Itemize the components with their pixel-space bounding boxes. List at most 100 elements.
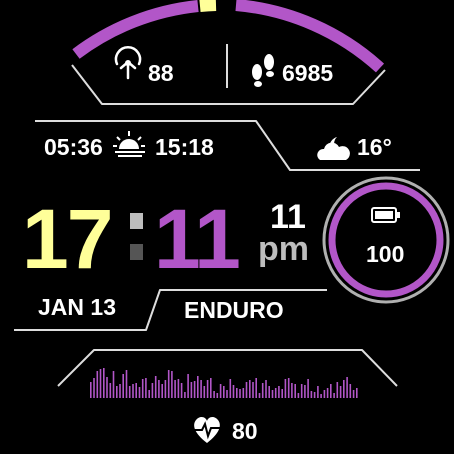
hr-history-bar: [310, 391, 313, 398]
time-hour: 17: [22, 192, 113, 286]
hr-history-bar: [323, 390, 326, 398]
sunrise-time: 05:36: [44, 134, 103, 160]
hr-history-bar: [219, 384, 222, 398]
hr-history-bar: [223, 386, 225, 398]
hr-history-bar: [154, 376, 157, 398]
time-minute: 11: [154, 192, 241, 286]
hr-history-bar: [242, 388, 245, 398]
hr-history-bar: [265, 380, 267, 398]
hr-history-bar: [167, 370, 170, 398]
hr-history-bar: [320, 394, 322, 398]
hr-history-bar: [352, 390, 355, 398]
hr-history-bar: [236, 388, 238, 398]
hr-history-bar: [213, 391, 215, 398]
hr-history-bar: [307, 379, 309, 398]
temperature: 16°: [357, 134, 392, 160]
hr-history-bar: [125, 370, 128, 398]
hr-history-bar: [135, 383, 137, 398]
hr-history-bar: [106, 377, 108, 398]
date: JAN 13: [38, 294, 116, 320]
activity-profile: ENDURO: [184, 297, 284, 323]
hr-history-bar: [148, 390, 150, 398]
body-battery-value: 88: [148, 60, 174, 86]
hr-history-bar: [336, 382, 339, 398]
steps-value: 6985: [282, 60, 334, 86]
hr-history-bar: [281, 389, 283, 398]
hr-graph-frame: [57, 349, 398, 387]
time-colon: [130, 213, 143, 260]
hr-history-bar: [210, 378, 212, 398]
battery-ring-progress: [328, 182, 444, 298]
hr-history-bar: [132, 384, 134, 398]
hr-history-bar: [300, 384, 303, 398]
hr-history-bar: [249, 380, 251, 398]
hr-history-bar: [171, 371, 173, 398]
hr-history-bar: [333, 393, 335, 398]
hr-history-bar: [330, 384, 332, 398]
hr-history-bar: [268, 386, 270, 398]
hr-history-bar: [229, 379, 232, 398]
hr-history-bar: [258, 393, 261, 398]
hr-history-bar: [346, 377, 348, 398]
hr-history-bar: [93, 378, 95, 398]
hr-history-bar: [112, 371, 115, 398]
time-ampm: pm: [258, 230, 309, 268]
hr-history-bar: [339, 386, 342, 398]
sunset-time: 15:18: [155, 134, 214, 160]
hr-history-bar: [103, 368, 105, 398]
hr-history-bar: [190, 382, 193, 398]
hr-history-bar: [317, 386, 319, 398]
hr-history-bar: [145, 378, 147, 398]
time-secondary-top: 11: [270, 198, 306, 236]
hr-history-bar: [261, 383, 264, 398]
hr-history-bar: [271, 390, 274, 398]
hr-history-bar: [99, 369, 102, 398]
hr-history-bar: [203, 386, 206, 398]
hr-history-bar: [184, 392, 186, 398]
hr-history-bar: [297, 393, 300, 398]
hr-history-bar: [187, 374, 189, 398]
hr-history-bar: [177, 379, 180, 398]
hr-history-bar: [200, 380, 202, 398]
hr-history-bar: [138, 387, 141, 398]
hr-history-bar: [304, 385, 306, 398]
hr-history-bar: [326, 388, 329, 398]
partly-cloudy-icon: [317, 137, 350, 160]
arc-progress-right: [235, 0, 385, 73]
hr-history-bar: [274, 388, 277, 398]
footsteps-icon: [252, 54, 274, 87]
hr-history-bar: [284, 379, 287, 398]
hr-history-bar: [291, 383, 293, 398]
hr-history-bar: [158, 380, 160, 398]
hr-history-bar: [180, 383, 183, 398]
hr-history-bar: [343, 380, 345, 398]
sunrise-icon: [113, 131, 145, 157]
battery-ring-outer: [322, 176, 450, 304]
stats-bottom-line: [71, 64, 386, 105]
hr-history-bar: [287, 378, 290, 398]
hr-history-bar: [151, 383, 154, 398]
hr-history-bar: [109, 383, 112, 398]
hr-history-bar: [193, 381, 196, 398]
battery-value: 100: [366, 241, 405, 267]
hr-history-bar: [255, 378, 257, 398]
hr-history-bar: [161, 384, 163, 398]
battery-icon: [371, 207, 400, 223]
arc-progress-marker: [199, 0, 217, 12]
hr-history-bar: [141, 379, 144, 398]
hr-history-bar: [119, 384, 121, 398]
hr-history-bar: [239, 389, 241, 398]
hr-history-bar: [206, 380, 209, 398]
hr-history-bar: [96, 371, 99, 398]
hr-history-bar: [164, 380, 167, 398]
hr-history-bar: [122, 374, 124, 398]
hr-history-bar: [116, 386, 118, 398]
hr-history-bar: [216, 393, 219, 398]
hr-history-bar: [349, 384, 352, 398]
heart-rate-history-graph: [90, 368, 358, 398]
arc-progress-left: [72, 0, 199, 59]
hr-history-bar: [278, 386, 280, 398]
hr-history-bar: [294, 384, 296, 398]
hr-history-bar: [226, 390, 228, 398]
hr-history-bar: [128, 386, 131, 398]
